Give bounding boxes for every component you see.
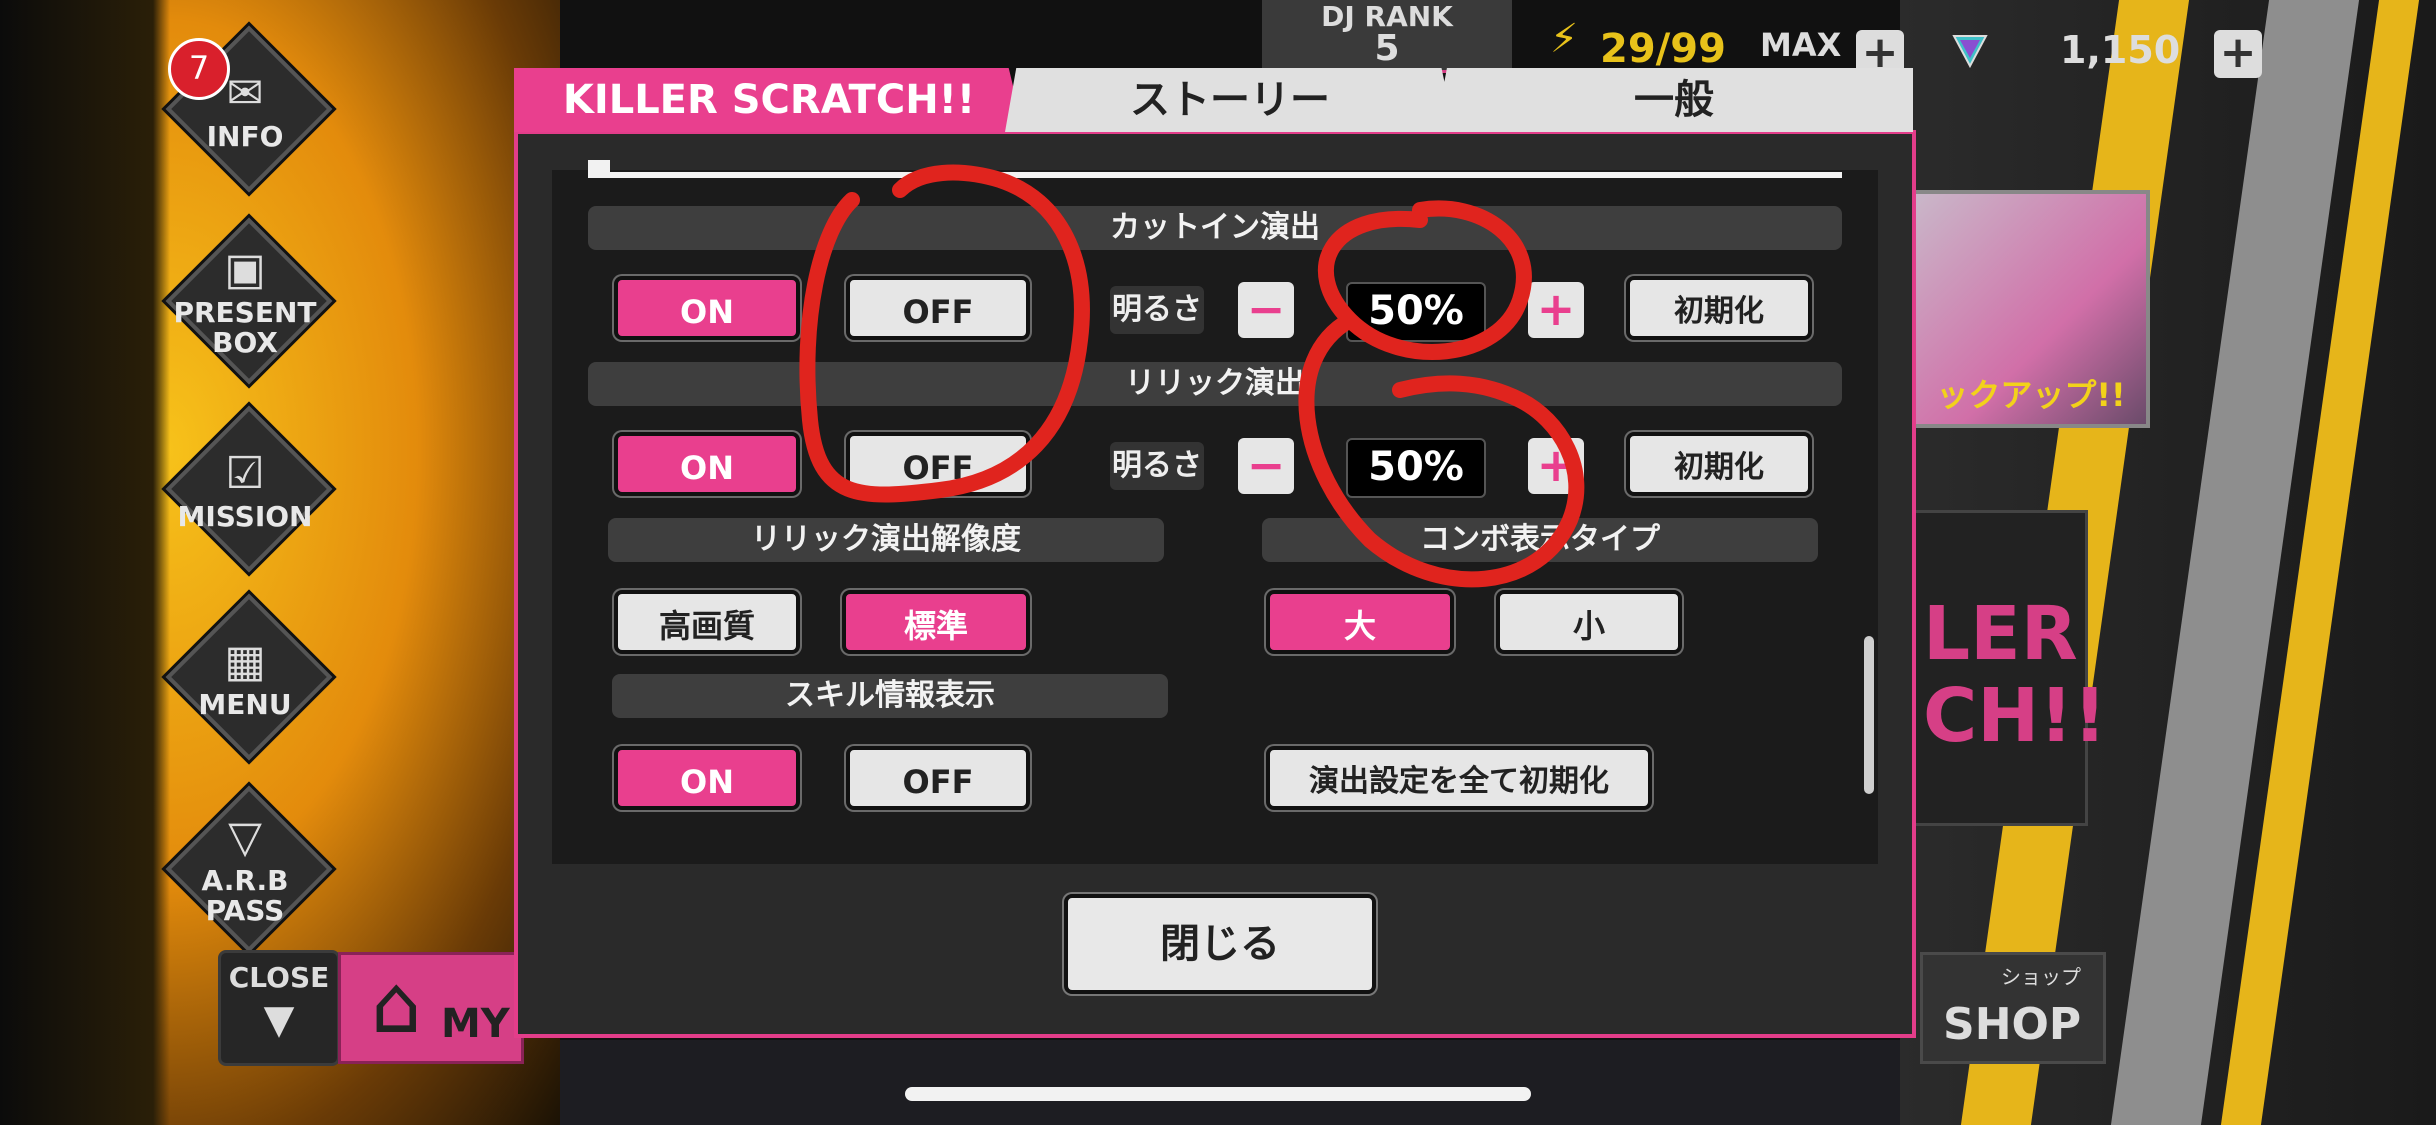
lyric-brightness-label: 明るさ <box>1110 442 1204 490</box>
close-menu-label: CLOSE <box>228 961 330 994</box>
lyric-resolution-high-button[interactable]: 高画質 <box>614 590 800 654</box>
pass-emblem-icon: ▽ <box>228 812 262 863</box>
checkmark-icon: ☑ <box>225 448 265 499</box>
skill-info-off-button[interactable]: OFF <box>846 746 1030 810</box>
arb-pass-label-1: A.R.B <box>201 864 289 897</box>
lyric-brightness-value: 50% <box>1346 438 1486 498</box>
info-label: INFO <box>206 120 284 153</box>
gem-icon <box>1952 35 1988 69</box>
my-page-label: MY <box>441 1001 510 1047</box>
my-page-button[interactable]: ⌂ MY <box>338 952 524 1064</box>
lyric-resolution-standard-button[interactable]: 標準 <box>842 590 1030 654</box>
mission-label: MISSION <box>177 500 313 533</box>
close-menu-button[interactable]: CLOSE ▼ <box>218 950 340 1066</box>
combo-type-small-button[interactable]: 小 <box>1496 590 1682 654</box>
home-indicator[interactable] <box>905 1087 1531 1101</box>
down-arrow-icon: ▼ <box>263 997 295 1043</box>
lightning-icon: ⚡ <box>1550 16 1579 62</box>
cutin-reset-button[interactable]: 初期化 <box>1626 276 1812 340</box>
present-box-label-1: PRESENT <box>173 296 317 329</box>
skill-info-on-button[interactable]: ON <box>614 746 800 810</box>
pickup-banner[interactable]: ックアップ!! <box>1912 190 2150 428</box>
shop-small-label: ショップ <box>2001 965 2081 989</box>
close-dialog-button[interactable]: 閉じる <box>1064 894 1376 994</box>
cutin-off-button[interactable]: OFF <box>846 276 1030 340</box>
cutin-on-button[interactable]: ON <box>614 276 800 340</box>
lyric-reset-button[interactable]: 初期化 <box>1626 432 1812 496</box>
background-bottom <box>560 1040 1900 1125</box>
promo-text-line-2: CH!! <box>1923 673 2107 759</box>
gem-count: 1,150 <box>2060 28 2181 72</box>
info-badge: 7 <box>168 38 230 100</box>
section-divider <box>588 172 1842 178</box>
add-gems-button[interactable]: + <box>2214 30 2262 78</box>
promo-text: LER CH!! <box>1923 593 2107 757</box>
dj-rank-value: 5 <box>1374 28 1400 69</box>
killer-scratch-promo[interactable]: LER CH!! <box>1912 510 2107 826</box>
combo-type-large-button[interactable]: 大 <box>1266 590 1454 654</box>
tab-story[interactable]: ストーリー <box>1005 68 1455 132</box>
dj-rank: DJ RANK 5 <box>1262 0 1512 73</box>
shop-label: SHOP <box>1943 999 2082 1050</box>
pickup-banner-text: ックアップ!! <box>1936 376 2126 414</box>
home-icon: ⌂ <box>371 958 422 1051</box>
combo-type-section-title: コンボ表示タイプ <box>1262 518 1818 562</box>
lyric-on-button[interactable]: ON <box>614 432 800 496</box>
present-box-label-2: BOX <box>212 326 278 359</box>
energy-value: 29/99 <box>1600 26 1726 72</box>
cutin-brightness-increase-button[interactable]: + <box>1528 282 1584 338</box>
lyric-brightness-increase-button[interactable]: + <box>1528 438 1584 494</box>
gift-box-icon: ▣ <box>224 244 266 295</box>
skill-info-section-title: スキル情報表示 <box>612 674 1168 718</box>
cutin-brightness-decrease-button[interactable]: − <box>1238 282 1294 338</box>
cutin-brightness-value: 50% <box>1346 282 1486 342</box>
cutin-brightness-label: 明るさ <box>1110 286 1204 334</box>
cutin-section-title: カットイン演出 <box>588 206 1842 250</box>
settings-scrollbar[interactable] <box>1864 636 1874 794</box>
mission-button[interactable]: ☑ MISSION <box>165 405 333 573</box>
tab-general[interactable]: 一般 <box>1435 68 1913 132</box>
arb-pass-label-2: PASS <box>205 894 285 927</box>
menu-button[interactable]: ▦ MENU <box>165 593 333 761</box>
energy-meter: ⚡ 29/99 MAX <box>1530 16 1910 72</box>
reset-all-effects-button[interactable]: 演出設定を全て初期化 <box>1266 746 1652 810</box>
lyric-off-button[interactable]: OFF <box>846 432 1030 496</box>
background-shade-left <box>0 0 170 1125</box>
promo-text-line-1: LER <box>1923 591 2078 677</box>
present-box-button[interactable]: ▣ PRESENT BOX <box>165 217 333 385</box>
energy-max-label: MAX <box>1760 26 1842 64</box>
lyric-section-title: リリック演出 <box>588 362 1842 406</box>
arb-pass-button[interactable]: ▽ A.R.B PASS <box>165 785 333 953</box>
lyric-brightness-decrease-button[interactable]: − <box>1238 438 1294 494</box>
lyric-resolution-section-title: リリック演出解像度 <box>608 518 1164 562</box>
tab-killer-scratch[interactable]: KILLER SCRATCH!! <box>514 68 1024 132</box>
menu-label: MENU <box>198 688 292 721</box>
grid-icon: ▦ <box>224 636 266 687</box>
shop-button[interactable]: ショップ SHOP <box>1920 952 2106 1064</box>
